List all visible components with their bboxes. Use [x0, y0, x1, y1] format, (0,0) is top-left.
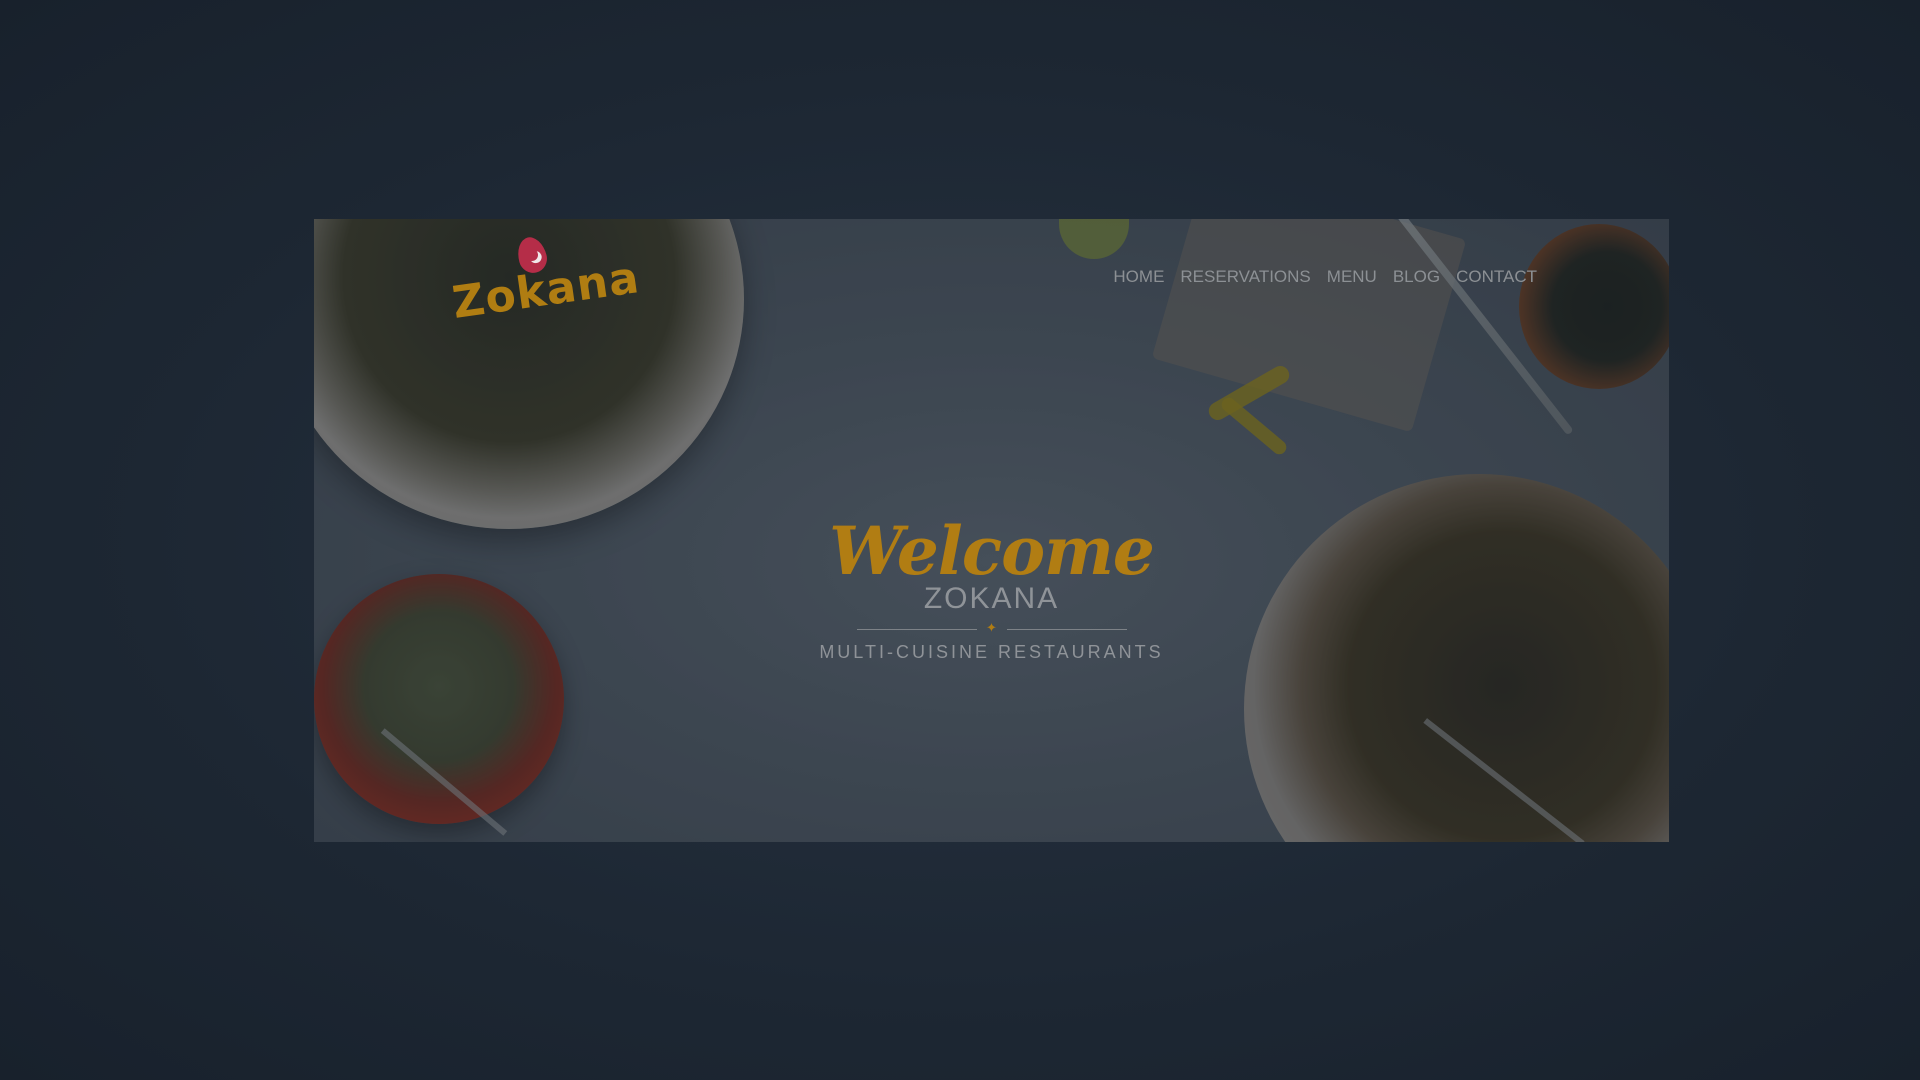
welcome-heading: Welcome [829, 512, 1155, 590]
nav-contact[interactable]: CONTACT [1456, 267, 1537, 287]
site-logo[interactable]: Zokana [449, 233, 643, 329]
main-nav: HOME RESERVATIONS MENU BLOG CONTACT [1113, 267, 1537, 287]
hero-section: Zokana HOME RESERVATIONS MENU BLOG CONTA… [314, 219, 1669, 842]
divider-star-icon: ✦ [986, 620, 997, 635]
olive-bowl-image [1519, 224, 1669, 389]
nav-menu[interactable]: MENU [1327, 267, 1377, 287]
lime-image [1059, 219, 1129, 259]
tagline: MULTI-CUISINE RESTAURANTS [819, 642, 1164, 662]
nav-home[interactable]: HOME [1113, 267, 1164, 287]
nav-blog[interactable]: BLOG [1393, 267, 1440, 287]
brand-name: ZOKANA [923, 582, 1060, 615]
divider-line-right [1006, 629, 1127, 630]
pepper-image [1218, 394, 1290, 458]
nav-reservations[interactable]: RESERVATIONS [1180, 267, 1310, 287]
cutting-board-image [1151, 219, 1467, 433]
hero-heading: Welcome ZOKANA ✦ MULTI-CUISINE RESTAURAN… [314, 514, 1669, 663]
heading-divider: ✦ [856, 620, 1127, 638]
